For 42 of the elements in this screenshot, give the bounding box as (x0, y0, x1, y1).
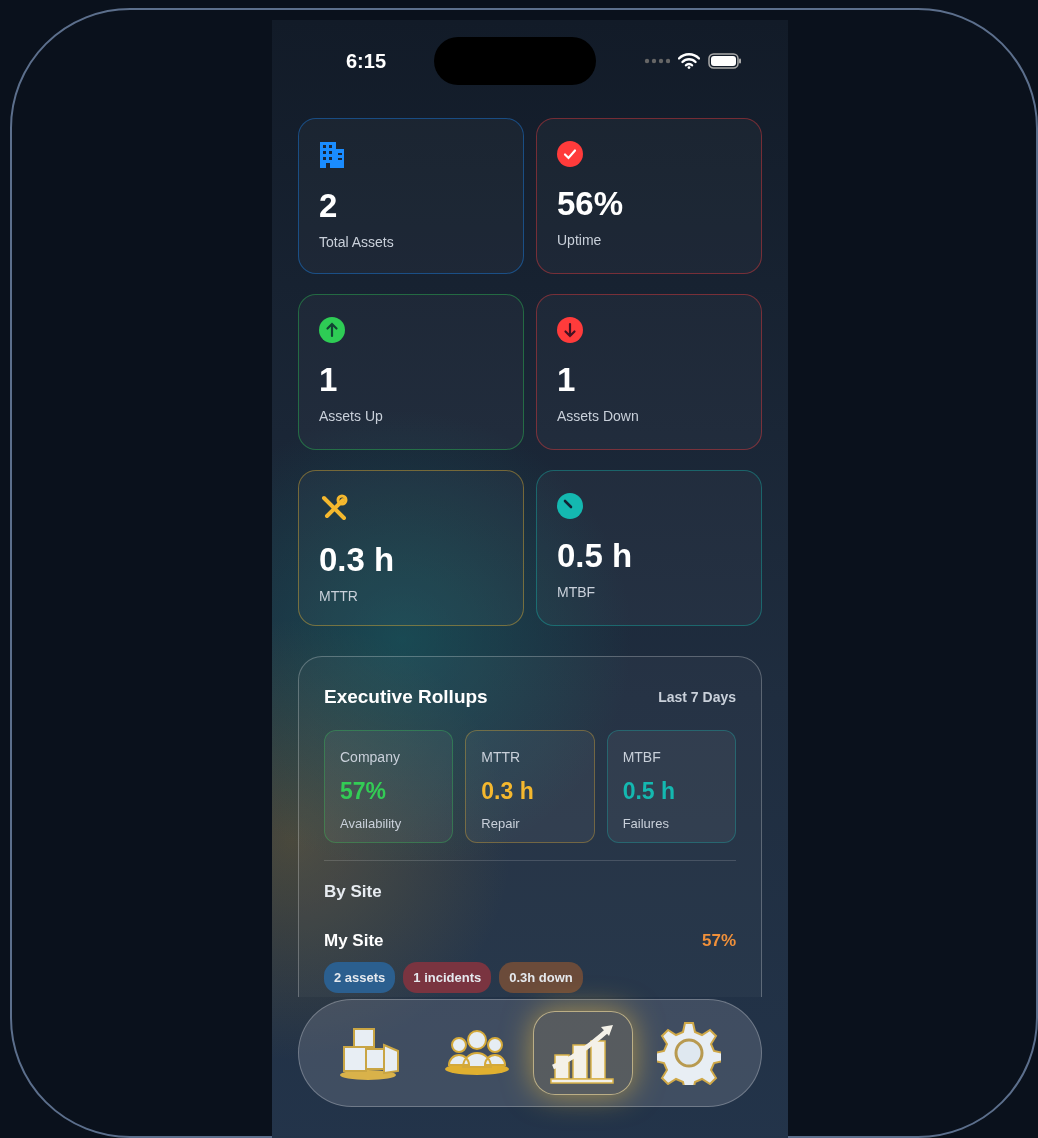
stat-value: 56% (557, 187, 625, 220)
stat-label: MTBF (557, 583, 597, 602)
metric-title: MTTR (481, 747, 522, 767)
stat-label: Total Assets (319, 233, 395, 252)
signal-icon (644, 58, 670, 64)
stat-value: 1 (557, 363, 577, 396)
metric-caption: Availability (340, 815, 403, 833)
stat-value: 2 (319, 189, 339, 222)
gear-icon (657, 1021, 721, 1085)
site-tag: 0.3h down (499, 961, 583, 993)
tools-icon (319, 493, 349, 523)
battery-icon (708, 53, 742, 69)
stat-label: Uptime (557, 231, 603, 250)
building-icon (319, 141, 345, 169)
stat-label: MTTR (319, 587, 359, 606)
wifi-icon (678, 53, 700, 69)
site-availability: 57% (701, 930, 736, 952)
metric-caption: Repair (481, 815, 521, 833)
metric-value: 57% (340, 776, 388, 806)
stat-label: Assets Down (557, 407, 640, 426)
metric-caption: Failures (622, 815, 670, 833)
stat-value: 0.3 h (319, 543, 396, 576)
site-tag: 2 assets (324, 961, 396, 993)
stat-label: Assets Up (319, 407, 384, 426)
site-tag: 1 incidents (403, 961, 492, 993)
tab-button[interactable] (533, 1011, 633, 1095)
metric-title: MTBF (622, 747, 662, 767)
stat-value: 0.5 h (557, 539, 634, 572)
checkmark-icon (557, 141, 583, 167)
arrow-down-icon (557, 317, 583, 343)
stat-value: 1 (319, 363, 339, 396)
gauge-icon (557, 493, 583, 519)
metric-title: Company (340, 747, 401, 767)
metric-value: 0.3 h (481, 776, 535, 806)
status-time: 6:15 (346, 49, 387, 74)
people-icon (443, 1029, 511, 1077)
period-label: Last 7 Days (658, 687, 736, 707)
section-heading: By Site (324, 880, 383, 903)
section-title: Executive Rollups (324, 685, 488, 709)
site-name: My Site (324, 930, 384, 952)
metric-value: 0.5 h (622, 776, 677, 806)
arrow-up-icon (319, 317, 345, 343)
